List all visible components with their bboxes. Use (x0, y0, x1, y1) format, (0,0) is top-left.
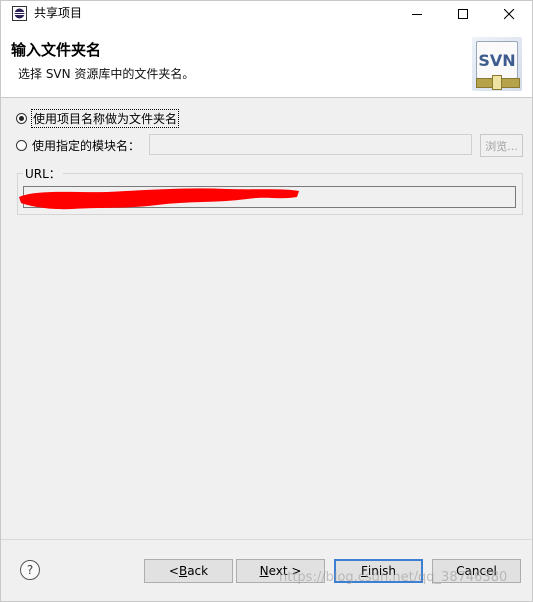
window-title: 共享项目 (34, 6, 83, 20)
option-use-module-name[interactable]: 使用指定的模块名： (16, 136, 141, 154)
maximize-button[interactable] (440, 1, 486, 27)
module-name-input[interactable] (149, 134, 472, 155)
redaction-mark (19, 188, 299, 210)
minimize-icon (411, 13, 422, 15)
page-title: 输入文件夹名 (11, 41, 102, 59)
option-use-project-name-label: 使用项目名称做为文件夹名 (31, 108, 180, 128)
svn-logo-icon: SVN (472, 37, 522, 91)
url-label: URL： (23, 165, 63, 182)
close-button[interactable] (486, 1, 532, 27)
footer-separator (1, 539, 532, 540)
back-label-rest: ack (187, 564, 209, 578)
close-icon (503, 8, 514, 19)
option-use-module-name-label: 使用指定的模块名： (32, 138, 141, 153)
back-button[interactable]: < Back (144, 559, 233, 583)
maximize-icon (457, 8, 468, 19)
help-button[interactable]: ? (20, 560, 40, 580)
option-use-project-name[interactable]: 使用项目名称做为文件夹名 (16, 108, 180, 128)
svn-logo-knob (492, 75, 502, 90)
back-label-prefix: < (168, 564, 179, 578)
eclipse-icon (12, 6, 27, 21)
watermark-text: https://blog.csdn.net/qq_38746380 (279, 570, 508, 585)
radio-use-module-name[interactable] (16, 139, 27, 151)
svn-logo-text: SVN (476, 41, 518, 79)
page-description: 选择 SVN 资源库中的文件夹名。 (18, 67, 195, 81)
browse-button[interactable]: 浏览... (480, 134, 523, 157)
minimize-button[interactable] (394, 1, 440, 27)
help-icon: ? (26, 563, 34, 577)
back-label-mnemonic: B (178, 564, 188, 578)
title-bar: 共享项目 (1, 1, 532, 27)
next-label-mnemonic: N (259, 564, 269, 578)
wizard-header: 输入文件夹名 选择 SVN 资源库中的文件夹名。 SVN (1, 27, 532, 98)
share-project-dialog: 共享项目 输入文件夹名 选择 SVN 资源库中的文件夹名。 SVN 使用项目名称… (0, 0, 533, 602)
radio-use-project-name[interactable] (16, 112, 27, 124)
